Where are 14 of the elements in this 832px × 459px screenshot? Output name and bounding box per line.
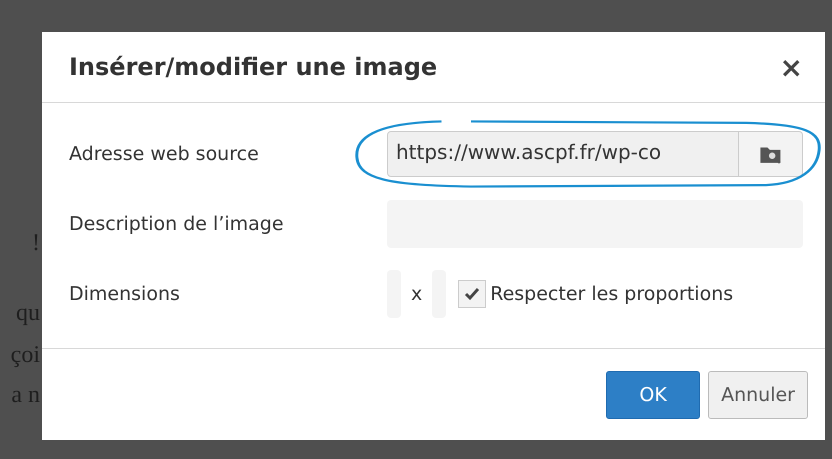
ok-button[interactable]: OK: [606, 370, 700, 418]
checkbox-label: Respecter les proportions: [490, 283, 734, 305]
url-field[interactable]: https://www.ascpf.fr/wp-co: [387, 131, 739, 177]
field-label: Adresse web source: [69, 143, 260, 165]
background-text: !: [32, 230, 40, 257]
dimension-separator: x: [411, 283, 422, 305]
cancel-button[interactable]: Annuler: [708, 370, 808, 418]
dialog-title: Insérer/modifier une image: [69, 53, 438, 81]
close-button[interactable]: ×: [780, 50, 803, 84]
browse-button[interactable]: [739, 131, 803, 177]
field-label: Dimensions: [69, 283, 181, 305]
checkmark-icon: [464, 287, 480, 301]
checkbox[interactable]: [458, 280, 486, 308]
field-label: Description de l’image: [69, 213, 285, 235]
